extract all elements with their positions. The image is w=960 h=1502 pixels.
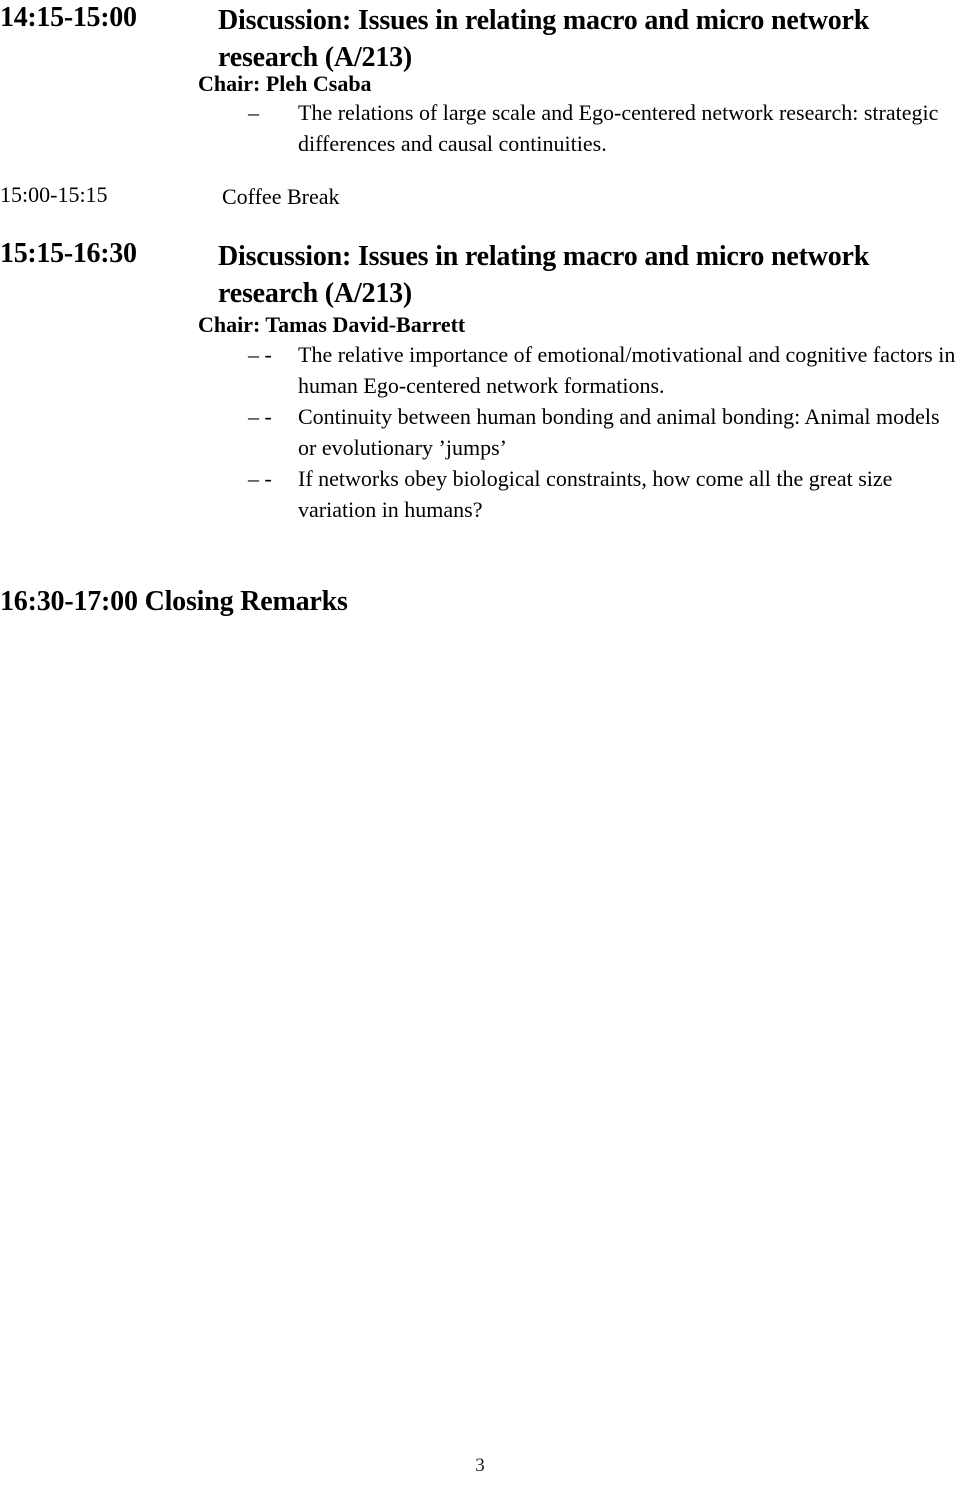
list-item: – - The relative importance of emotional…: [248, 339, 960, 401]
document-page: 14:15-15:00 Discussion: Issues in relati…: [0, 0, 960, 1502]
session-3-bullet-list: – - The relative importance of emotional…: [248, 339, 960, 525]
session-3-title-line1: Discussion: Issues in relating macro and…: [218, 241, 870, 272]
bullet-dash-icon: – -: [248, 404, 272, 429]
session-3-chair: Chair: Tamas David-Barrett: [198, 312, 466, 337]
list-item: – - Continuity between human bonding and…: [248, 401, 960, 463]
session-2-title: Coffee Break: [222, 184, 340, 209]
session-1-title-line1: Discussion: Issues in relating macro and…: [218, 5, 870, 36]
bullet-dash-icon: –: [248, 100, 259, 125]
list-item: – The relations of large scale and Ego-c…: [248, 97, 960, 159]
list-item-text: If networks obey biological constraints,…: [298, 466, 893, 522]
session-2-content: Coffee Break: [222, 182, 960, 212]
session-2-time: 15:00-15:15: [0, 182, 108, 207]
session-3-content: Discussion: Issues in relating macro and…: [218, 238, 960, 312]
session-3-time: 15:15-16:30: [0, 238, 137, 269]
session-1-content: Discussion: Issues in relating macro and…: [218, 2, 960, 76]
session-1-time: 14:15-15:00: [0, 2, 137, 33]
session-1-chair: Chair: Pleh Csaba: [198, 71, 372, 96]
page-number: 3: [475, 1455, 485, 1476]
bullet-dash-icon: – -: [248, 466, 272, 491]
list-item-text: Continuity between human bonding and ani…: [298, 404, 940, 460]
list-item-text: The relative importance of emotional/mot…: [298, 342, 956, 398]
list-item-text: The relations of large scale and Ego-cen…: [298, 100, 939, 156]
closing-remarks-line: 16:30-17:00 Closing Remarks: [0, 586, 348, 617]
session-1-bullet-list: – The relations of large scale and Ego-c…: [248, 97, 960, 159]
session-3-title-line2: research (A/213): [218, 278, 413, 309]
list-item: – - If networks obey biological constrai…: [248, 463, 960, 525]
bullet-dash-icon: – -: [248, 342, 272, 367]
